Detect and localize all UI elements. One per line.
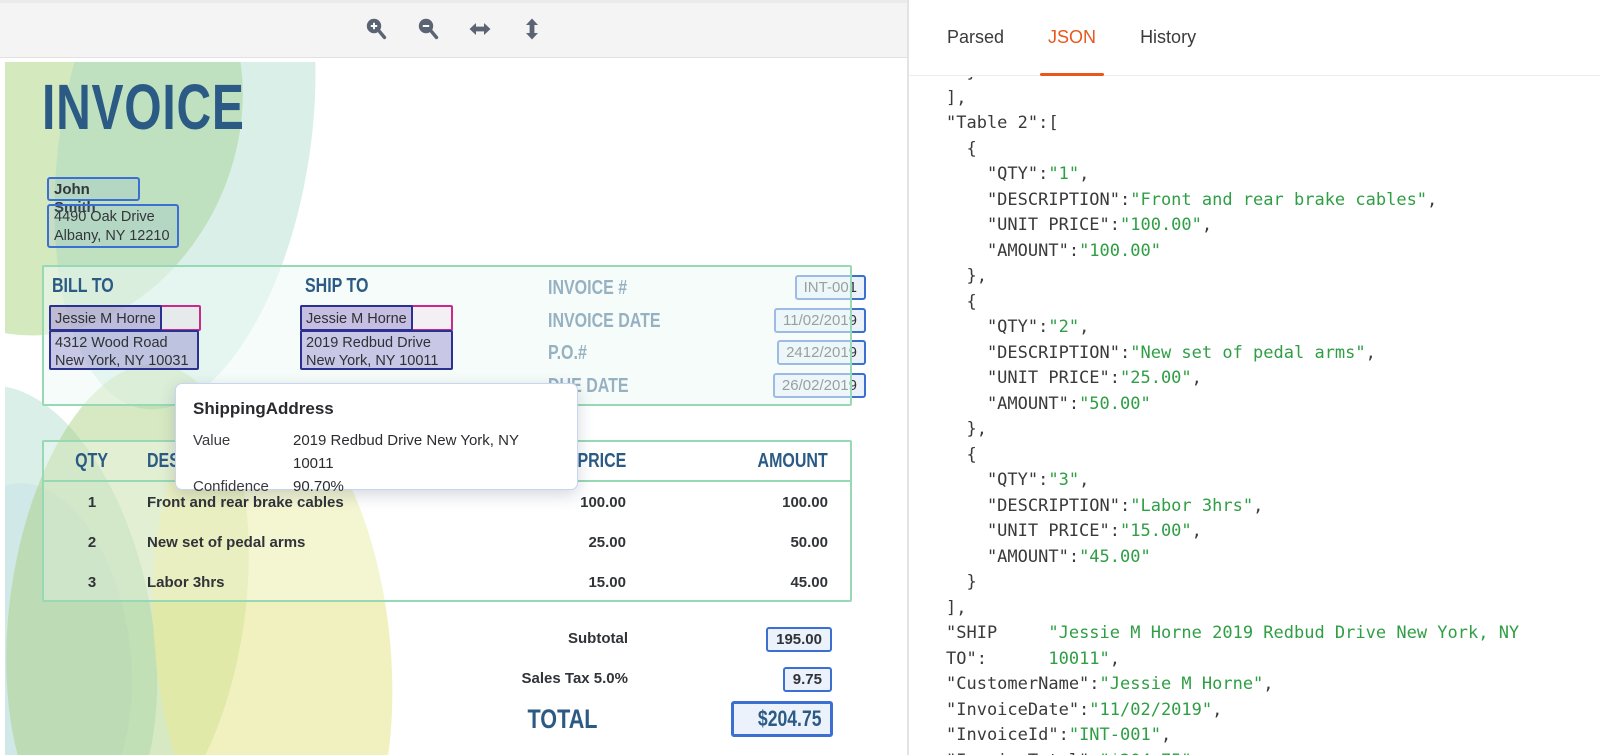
- results-tab-bar: Parsed JSON History: [909, 0, 1600, 76]
- field-tooltip: ShippingAddress Value 2019 Redbud Drive …: [175, 383, 578, 490]
- zoom-out-button[interactable]: [413, 15, 443, 45]
- json-line: "UNIT PRICE":"15.00",: [946, 519, 1600, 545]
- json-output-scroll-area[interactable]: }],"Table 2":[ { "QTY":"1", "DESCRIPTION…: [946, 77, 1600, 755]
- zoom-in-button[interactable]: [361, 15, 391, 45]
- tooltip-confidence-row: Confidence 90.70%: [193, 475, 560, 498]
- json-line: {: [946, 443, 1600, 469]
- item-cell: 100.00: [580, 494, 626, 511]
- json-line: "CustomerName":"Jessie M Horne",: [946, 672, 1600, 698]
- item-cell: 2: [67, 534, 117, 551]
- bbox-shipping-name[interactable]: Jessie M Horne: [300, 305, 413, 331]
- item-cell: Labor 3hrs: [147, 574, 225, 591]
- fit-width-button[interactable]: [465, 15, 495, 45]
- item-cell: 25.00: [588, 534, 626, 551]
- grand-total-label: TOTAL: [528, 704, 598, 735]
- json-line: }: [946, 77, 1600, 86]
- json-line: "DESCRIPTION":"Labor 3hrs",: [946, 494, 1600, 520]
- bbox-subtotal[interactable]: 195.00: [766, 627, 832, 652]
- item-cell: New set of pedal arms: [147, 534, 305, 551]
- json-line: "QTY":"3",: [946, 468, 1600, 494]
- totals-label-subtotal: Subtotal: [408, 630, 628, 647]
- tooltip-value-row: Value 2019 Redbud Drive New York, NY 100…: [193, 429, 560, 475]
- invoice-title: INVOICE: [42, 70, 312, 144]
- item-cell: 50.00: [790, 534, 828, 551]
- json-line: "InvoiceId":"INT-001",: [946, 723, 1600, 749]
- json-line: "InvoiceTotal":"$204.75": [946, 749, 1600, 755]
- ship-to-heading: SHIP TO: [305, 275, 384, 298]
- item-cell: 15.00: [588, 574, 626, 591]
- json-line: "Table 2":[: [946, 111, 1600, 137]
- item-cell: 3: [67, 574, 117, 591]
- json-line: },: [946, 264, 1600, 290]
- item-cell: 100.00: [782, 494, 828, 511]
- bbox-billing-name[interactable]: Jessie M Horne: [49, 305, 162, 331]
- tab-parsed[interactable]: Parsed: [939, 0, 1012, 75]
- totals-row-sales-tax: Sales Tax 5.0% 9.75: [402, 667, 832, 693]
- zoom-in-icon: [364, 17, 388, 44]
- json-line: TO": 10011",: [946, 647, 1600, 673]
- item-cell: 45.00: [790, 574, 828, 591]
- invoice-document: INVOICE John Smith 4490 Oak Drive Albany…: [5, 62, 880, 755]
- json-line: ],: [946, 596, 1600, 622]
- results-panel: ParsedJSONHistory }],"Table 2":[ { "QTY"…: [909, 0, 1600, 755]
- fit-width-icon: [468, 17, 492, 44]
- tab-json[interactable]: JSON: [1040, 0, 1104, 75]
- json-line: "UNIT PRICE":"25.00",: [946, 366, 1600, 392]
- column-header-amount: AMOUNT: [740, 450, 828, 473]
- column-header-qty: QTY: [67, 450, 117, 473]
- item-cell: 1: [67, 494, 117, 511]
- json-output: }],"Table 2":[ { "QTY":"1", "DESCRIPTION…: [946, 77, 1600, 755]
- tab-history[interactable]: History: [1132, 0, 1204, 75]
- totals-label-sales-tax: Sales Tax 5.0%: [408, 670, 628, 687]
- bbox-shipping-name-outer[interactable]: Jessie M Horne: [300, 305, 453, 331]
- item-row: 2 New set of pedal arms 25.00 50.00: [44, 534, 850, 556]
- json-line: "InvoiceDate":"11/02/2019",: [946, 698, 1600, 724]
- json-line: "AMOUNT":"100.00": [946, 239, 1600, 265]
- json-line: "SHIP "Jessie M Horne 2019 Redbud Drive …: [946, 621, 1600, 647]
- json-line: "DESCRIPTION":"New set of pedal arms",: [946, 341, 1600, 367]
- json-line: "DESCRIPTION":"Front and rear brake cabl…: [946, 188, 1600, 214]
- json-line: ],: [946, 86, 1600, 112]
- fit-height-icon: [520, 17, 544, 44]
- json-line: "QTY":"1",: [946, 162, 1600, 188]
- json-line: "UNIT PRICE":"100.00",: [946, 213, 1600, 239]
- json-line: "QTY":"2",: [946, 315, 1600, 341]
- zoom-out-icon: [416, 17, 440, 44]
- json-line: "AMOUNT":"50.00": [946, 392, 1600, 418]
- item-row: 3 Labor 3hrs 15.00 45.00: [44, 574, 850, 596]
- json-line: }: [946, 570, 1600, 596]
- totals-row-subtotal: Subtotal 195.00: [402, 627, 832, 653]
- tooltip-title: ShippingAddress: [193, 399, 560, 419]
- fit-height-button[interactable]: [517, 15, 547, 45]
- document-viewer-panel: INVOICE John Smith 4490 Oak Drive Albany…: [0, 0, 907, 755]
- bbox-grand-total[interactable]: $204.75: [731, 701, 833, 737]
- bbox-vendor-name[interactable]: John Smith: [47, 177, 140, 201]
- json-line: },: [946, 417, 1600, 443]
- json-line: {: [946, 290, 1600, 316]
- bbox-shipping-address[interactable]: 2019 Redbud Drive New York, NY 10011: [300, 330, 453, 370]
- json-line: "AMOUNT":"45.00": [946, 545, 1600, 571]
- bbox-billing-name-outer[interactable]: Jessie M Horne: [49, 305, 201, 331]
- viewer-toolbar: [0, 0, 907, 58]
- json-line: {: [946, 137, 1600, 163]
- bbox-vendor-address[interactable]: 4490 Oak Drive Albany, NY 12210: [47, 204, 179, 248]
- bill-to-heading: BILL TO: [52, 275, 129, 298]
- bbox-billing-address[interactable]: 4312 Wood Road New York, NY 10031: [49, 330, 199, 370]
- bbox-sales-tax[interactable]: 9.75: [783, 667, 832, 692]
